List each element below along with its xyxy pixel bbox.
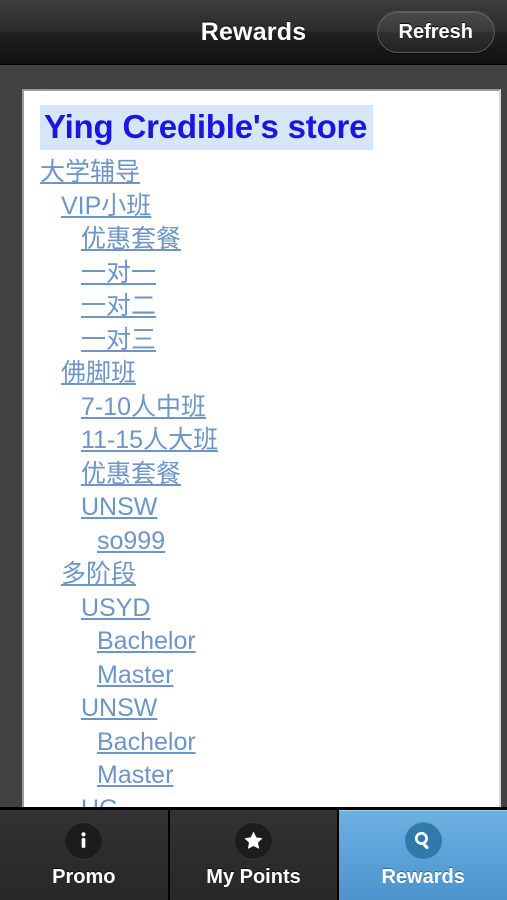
category-link[interactable]: USYD <box>81 592 150 626</box>
category-link[interactable]: VIP小班 <box>61 190 151 224</box>
category-tree: 大学辅导 VIP小班 优惠套餐 一对一 一对二 一对三 佛脚班 7-10人中班 11-15人大班… <box>40 156 499 807</box>
category-link[interactable]: 多阶段 <box>61 558 136 592</box>
app-root: Rewards Refresh Ying Credible's store 大学… <box>0 0 507 900</box>
tab-rewards[interactable]: Rewards <box>337 810 507 900</box>
category-link[interactable]: 优惠套餐 <box>81 223 181 257</box>
navigation-bar: Rewards Refresh <box>0 0 507 65</box>
category-link[interactable]: 7-10人中班 <box>81 391 206 425</box>
content-area: Ying Credible's store 大学辅导 VIP小班 优惠套餐 一对一 一对… <box>0 65 507 807</box>
category-link[interactable]: 优惠套餐 <box>81 458 181 492</box>
search-icon <box>404 821 442 859</box>
category-link[interactable]: Master <box>97 659 173 693</box>
category-link[interactable]: UG <box>81 793 119 807</box>
tab-label: Promo <box>52 865 116 888</box>
category-link[interactable]: Bachelor <box>97 726 196 760</box>
category-link[interactable]: 大学辅导 <box>40 156 140 190</box>
category-link[interactable]: 佛脚班 <box>61 357 136 391</box>
tab-bar: Promo My Points Rewards <box>0 807 507 900</box>
refresh-button[interactable]: Refresh <box>376 11 495 53</box>
category-link[interactable]: Bachelor <box>97 625 196 659</box>
page-title: Rewards <box>200 17 307 46</box>
category-link[interactable]: Master <box>97 759 173 793</box>
tab-promo[interactable]: Promo <box>0 810 168 900</box>
tab-label: My Points <box>206 865 301 888</box>
category-link[interactable]: UNSW <box>81 491 157 525</box>
category-link[interactable]: 一对三 <box>81 324 156 358</box>
category-link[interactable]: UNSW <box>81 692 157 726</box>
tab-label: Rewards <box>381 865 465 888</box>
star-icon <box>235 821 272 859</box>
category-link[interactable]: 11-15人大班 <box>81 424 218 458</box>
info-icon <box>65 821 103 859</box>
category-link[interactable]: 一对一 <box>81 257 156 291</box>
category-link[interactable]: 一对二 <box>81 290 156 324</box>
store-title: Ying Credible's store <box>40 105 374 151</box>
web-view-panel[interactable]: Ying Credible's store 大学辅导 VIP小班 优惠套餐 一对一 一对… <box>22 89 501 807</box>
tab-my-points[interactable]: My Points <box>167 810 338 900</box>
category-link[interactable]: so999 <box>97 525 165 559</box>
